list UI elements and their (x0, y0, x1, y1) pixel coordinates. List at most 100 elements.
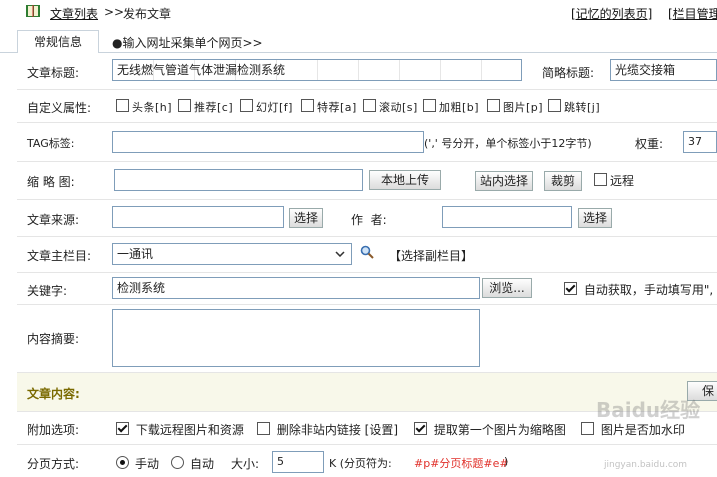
paging-unit-text: K (分页符为: (329, 457, 392, 470)
source-select-button[interactable]: 选择 (289, 208, 323, 228)
title-label: 文章标题: (27, 66, 80, 80)
paging-manual-option[interactable]: 手动 (116, 455, 159, 472)
local-upload-button[interactable]: 本地上传 (369, 170, 441, 190)
breadcrumb-article-list-link[interactable]: 文章列表 (50, 5, 98, 22)
thumbnail-row: 缩 略 图: 本地上传 站内选择 裁剪 远程 (17, 162, 717, 200)
keyword-label: 关键字: (27, 284, 68, 298)
author-input[interactable] (442, 206, 572, 228)
paging-auto-radio[interactable] (171, 456, 184, 469)
tag-input[interactable] (112, 131, 424, 153)
weight-input[interactable]: 37 (683, 131, 717, 153)
attr-slide[interactable]: 幻灯[f] (240, 99, 293, 115)
author-select-button[interactable]: 选择 (578, 208, 612, 228)
download-remote-option[interactable]: 下载远程图片和资源 (116, 421, 244, 438)
attr-slide-checkbox[interactable] (240, 99, 253, 112)
chevron-down-icon (335, 251, 345, 257)
attr-jump[interactable]: 跳转[j] (548, 99, 600, 115)
thumbnail-input[interactable] (114, 169, 363, 191)
source-row: 文章来源: 选择 作 者: 选择 (17, 200, 717, 237)
weight-value: 37 (688, 135, 702, 148)
remote-label: 远程 (610, 174, 635, 188)
attr-scroll-label: 滚动[s] (379, 101, 418, 114)
remote-option[interactable]: 远程 (594, 172, 634, 189)
breadcrumb-current: 发布文章 (123, 7, 172, 21)
tag-hint: (',' 号分开，单个标签小于12字节) (424, 137, 592, 150)
paging-size-value: 5 (277, 455, 284, 468)
book-icon (26, 5, 40, 17)
attr-picture-label: 图片[p] (503, 101, 544, 114)
first-image-thumb-label: 提取第一个图片为缩略图 (433, 423, 566, 437)
paging-label: 分页方式: (27, 457, 80, 471)
attributes-label: 自定义属性: (27, 101, 92, 115)
tab-general[interactable]: 常规信息 (17, 30, 99, 54)
select-sub-column-link[interactable]: 【选择副栏目】 (389, 247, 473, 264)
top-bar: 文章列表 >> 发布文章 [记忆的列表页] [栏目管理 (0, 0, 717, 26)
summary-row: 内容摘要: (17, 305, 717, 373)
attr-jump-label: 跳转[j] (564, 101, 601, 114)
paging-close-paren: ) (504, 455, 509, 468)
paging-auto-label: 自动 (190, 457, 215, 471)
attr-slide-label: 幻灯[f] (256, 101, 293, 114)
browse-button[interactable]: 浏览... (482, 278, 532, 298)
main-column-label: 文章主栏目: (27, 249, 92, 263)
title-input[interactable]: 无线燃气管道气体泄漏检测系统 (112, 59, 522, 81)
attr-headline-label: 头条[h] (132, 101, 173, 114)
keyword-input[interactable]: 检测系统 (112, 277, 480, 299)
content-label: 文章内容: (27, 387, 80, 401)
remote-checkbox[interactable] (594, 173, 607, 186)
saved-list-link[interactable]: [记忆的列表页] (571, 5, 652, 22)
magnifier-icon[interactable] (360, 245, 374, 259)
summary-label: 内容摘要: (27, 332, 80, 346)
download-remote-checkbox[interactable] (116, 422, 129, 435)
attr-bold-label: 加粗[b] (439, 101, 480, 114)
attr-jump-checkbox[interactable] (548, 99, 561, 112)
column-manage-link[interactable]: [栏目管理 (668, 5, 717, 22)
weight-label: 权重: (635, 137, 664, 151)
short-title-value: 光缆交接箱 (615, 63, 676, 77)
short-title-input[interactable]: 光缆交接箱 (610, 59, 717, 81)
extra-options-label: 附加选项: (27, 423, 80, 437)
watermark-checkbox[interactable] (581, 422, 594, 435)
thumbnail-label: 缩 略 图: (27, 175, 75, 189)
remove-links-option[interactable]: 删除非站内链接 [设置] (257, 421, 398, 438)
auto-keyword-checkbox[interactable] (564, 282, 577, 295)
first-image-thumb-option[interactable]: 提取第一个图片为缩略图 (414, 421, 566, 438)
tag-row: TAG标签: (',' 号分开，单个标签小于12字节) 权重: 37 (17, 123, 717, 162)
attr-special-checkbox[interactable] (301, 99, 314, 112)
attr-picture-checkbox[interactable] (487, 99, 500, 112)
remove-links-checkbox[interactable] (257, 422, 270, 435)
attr-scroll[interactable]: 滚动[s] (363, 99, 418, 115)
attr-headline-checkbox[interactable] (116, 99, 129, 112)
attr-bold[interactable]: 加粗[b] (423, 99, 479, 115)
watermark-url: jingyan.baidu.com (604, 460, 688, 470)
attr-picture[interactable]: 图片[p] (487, 99, 543, 115)
attr-bold-checkbox[interactable] (423, 99, 436, 112)
crop-button[interactable]: 裁剪 (544, 171, 582, 191)
attr-recommend[interactable]: 推荐[c] (178, 99, 233, 115)
author-label: 作 者: (351, 213, 387, 227)
paging-manual-radio[interactable] (116, 456, 129, 469)
main-column-select[interactable]: 一通讯 (112, 243, 352, 265)
attr-special[interactable]: 特荐[a] (301, 99, 357, 115)
watermark-logo: Baidu经验 (596, 398, 701, 422)
keyword-row: 关键字: 检测系统 浏览... 自动获取，手动填写用", (17, 273, 717, 305)
source-input[interactable] (112, 206, 284, 228)
attr-scroll-checkbox[interactable] (363, 99, 376, 112)
first-image-thumb-checkbox[interactable] (414, 422, 427, 435)
keyword-value: 检测系统 (117, 281, 166, 295)
paging-manual-label: 手动 (135, 457, 160, 471)
paging-separator-code: #p#分页标题#e# (414, 457, 509, 470)
main-column-value: 一通讯 (117, 247, 154, 261)
paging-size-input[interactable]: 5 (272, 451, 324, 473)
tab-url-collect[interactable]: ●输入网址采集单个网页>> (112, 34, 263, 51)
attr-special-label: 特荐[a] (317, 101, 357, 114)
attr-recommend-checkbox[interactable] (178, 99, 191, 112)
paging-auto-option[interactable]: 自动 (171, 455, 214, 472)
summary-textarea[interactable] (112, 309, 480, 367)
tab-strip: 常规信息 ●输入网址采集单个网页>> (0, 26, 717, 54)
paging-size-label: 大小: (231, 457, 260, 471)
attr-headline[interactable]: 头条[h] (116, 99, 172, 115)
site-select-button[interactable]: 站内选择 (475, 171, 533, 191)
watermark-option[interactable]: 图片是否加水印 (581, 421, 685, 438)
auto-keyword-option[interactable]: 自动获取，手动填写用", (564, 281, 713, 298)
